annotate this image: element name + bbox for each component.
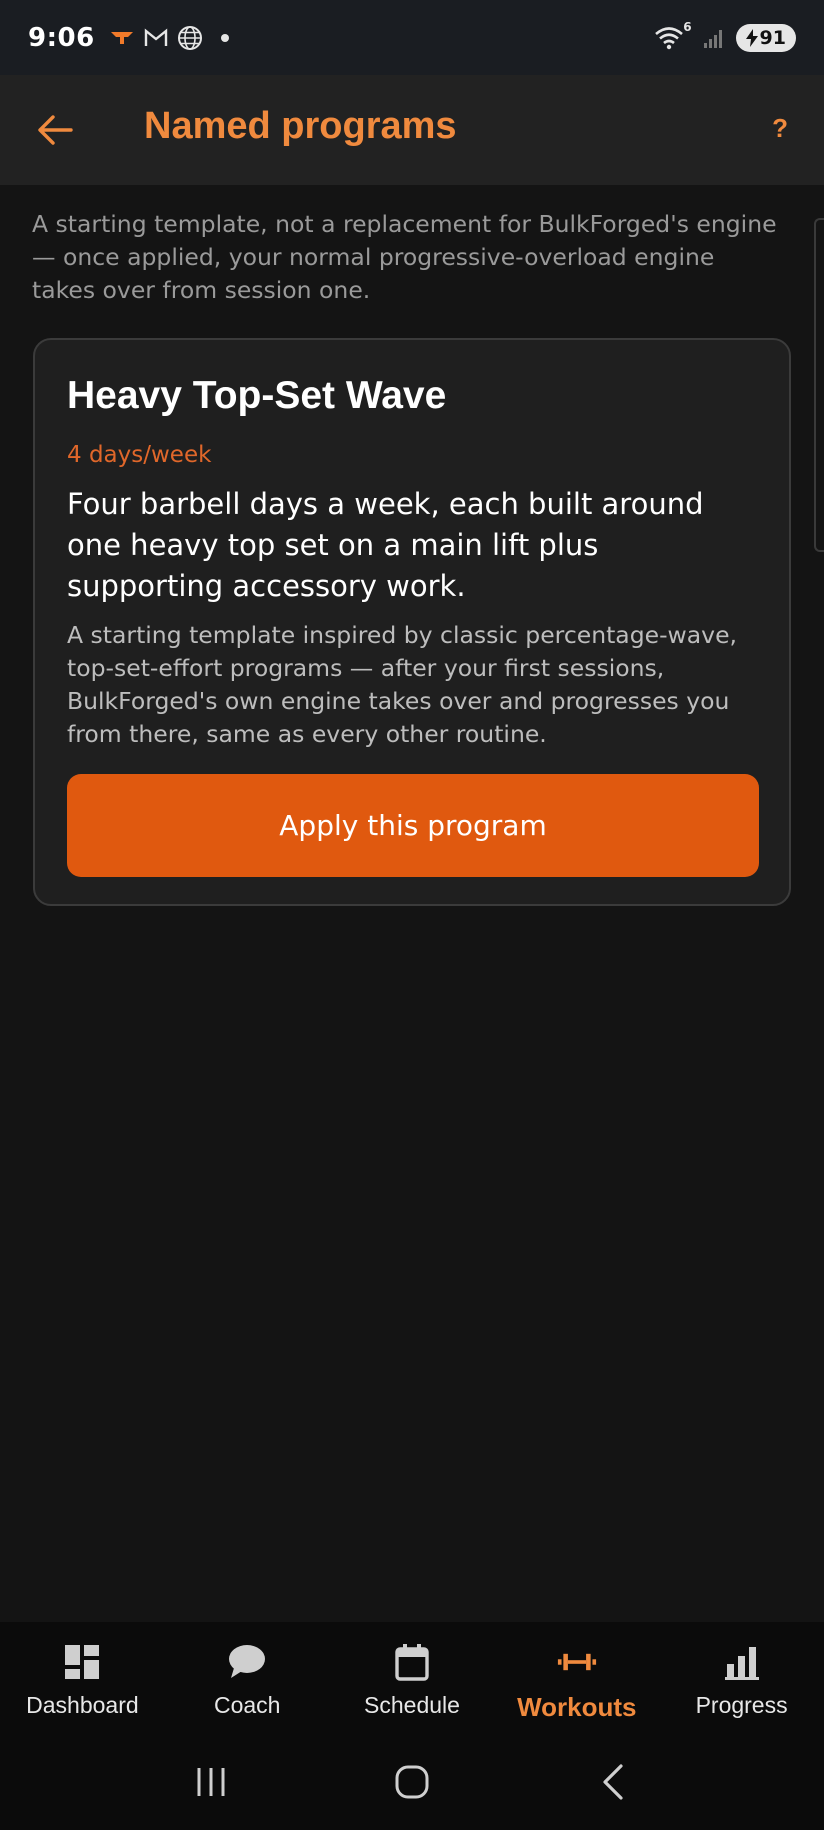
- globe-icon: [177, 25, 203, 51]
- battery-level: 91: [759, 26, 786, 49]
- arrow-left-icon: [38, 115, 73, 145]
- nav-workouts[interactable]: Workouts: [494, 1622, 659, 1734]
- dashboard-icon: [62, 1642, 102, 1682]
- program-frequency: 4 days/week: [67, 442, 212, 468]
- charging-icon: [745, 28, 758, 47]
- battery-indicator: 91: [735, 23, 796, 52]
- nav-schedule[interactable]: Schedule: [330, 1622, 495, 1734]
- program-title: Heavy Top-Set Wave: [67, 374, 447, 417]
- back-button[interactable]: [28, 103, 82, 157]
- gmail-icon: [143, 25, 169, 51]
- recent-apps-button[interactable]: [181, 1752, 241, 1812]
- help-button[interactable]: ?: [772, 113, 788, 144]
- nav-label-schedule: Schedule: [364, 1692, 460, 1718]
- calendar-icon: [392, 1642, 432, 1682]
- app-bar: Named programs ?: [0, 75, 824, 185]
- app-notification-icon: [109, 25, 135, 51]
- bar-chart-icon: [722, 1642, 762, 1682]
- intro-text: A starting template, not a replacement f…: [32, 210, 777, 304]
- nav-label-progress: Progress: [695, 1692, 788, 1718]
- nav-label-dashboard: Dashboard: [26, 1692, 139, 1718]
- page-title: Named programs: [144, 105, 457, 147]
- nav-label-workouts: Workouts: [517, 1692, 637, 1722]
- wifi-generation: 6: [683, 19, 692, 34]
- program-detail: A starting template inspired by classic …: [67, 621, 738, 748]
- status-bar: 9:06 6 91: [0, 0, 824, 75]
- apply-program-button[interactable]: Apply this program: [67, 774, 759, 877]
- chevron-left-icon: [603, 1764, 623, 1800]
- wifi-icon: 6: [654, 20, 692, 50]
- home-button[interactable]: [382, 1752, 442, 1812]
- program-card: Heavy Top-Set Wave 4 days/week Four barb…: [33, 338, 791, 906]
- notification-icons: [109, 25, 229, 51]
- chat-bubble-icon: [227, 1642, 267, 1682]
- nav-progress[interactable]: Progress: [659, 1622, 824, 1734]
- cell-signal-icon: [702, 26, 726, 50]
- dumbbell-icon: [557, 1642, 597, 1682]
- status-time: 9:06: [28, 22, 95, 53]
- program-summary: Four barbell days a week, each built aro…: [67, 487, 704, 603]
- nav-coach[interactable]: Coach: [165, 1622, 330, 1734]
- recent-apps-icon: [197, 1768, 225, 1796]
- system-status: 6 91: [654, 20, 796, 52]
- nav-label-coach: Coach: [213, 1692, 281, 1718]
- system-back-button[interactable]: [583, 1752, 643, 1812]
- scroll-indicator: [814, 218, 824, 552]
- bottom-nav: Dashboard Coach Schedule Workouts Progre…: [0, 1622, 824, 1734]
- home-icon: [395, 1765, 429, 1799]
- more-notifications-dot: [220, 33, 229, 42]
- system-nav-bar: [0, 1734, 824, 1830]
- nav-dashboard[interactable]: Dashboard: [0, 1622, 165, 1734]
